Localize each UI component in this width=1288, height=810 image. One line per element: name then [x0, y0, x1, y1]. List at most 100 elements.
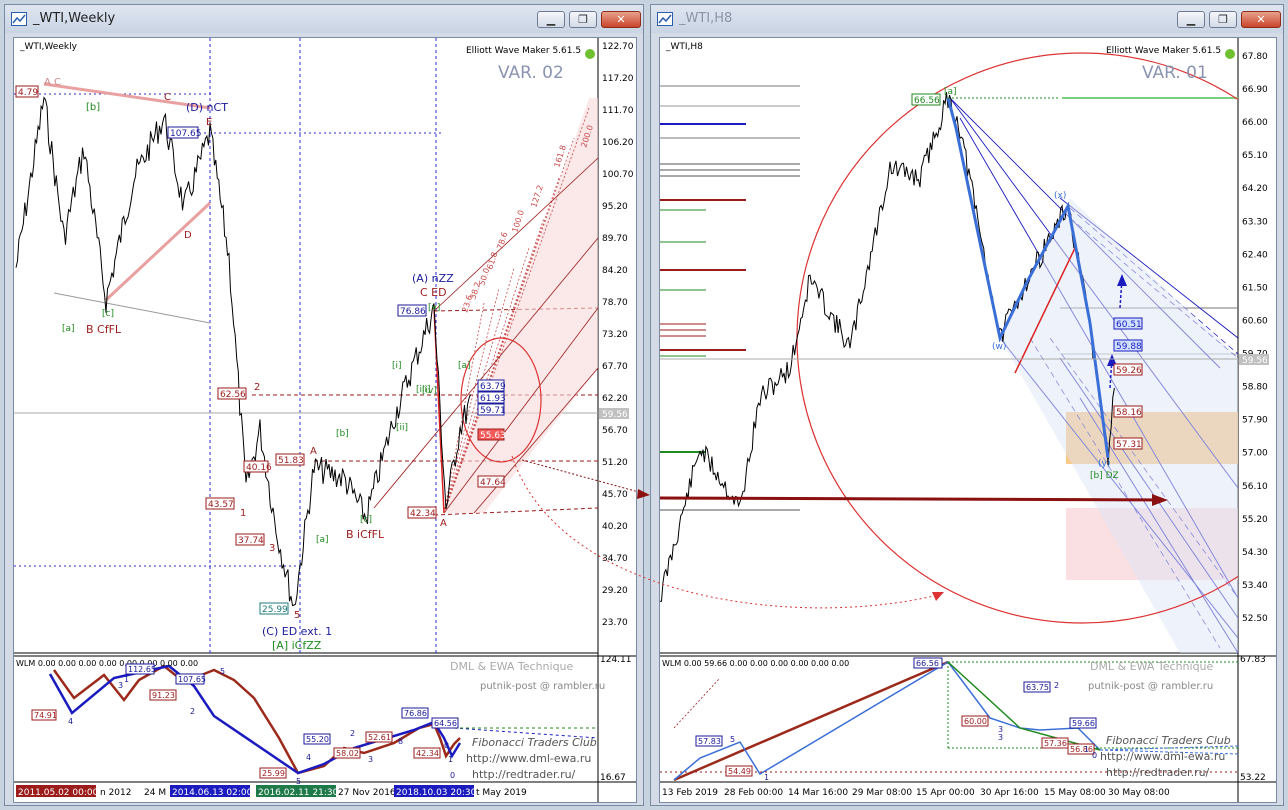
svg-text:2016.02.11 21:30: 2016.02.11 21:30: [258, 788, 339, 798]
price-tag: 62.56: [217, 387, 247, 400]
price-axis-label: 100.70: [602, 170, 634, 180]
svg-text:42.34: 42.34: [416, 749, 439, 758]
svg-text:76.86: 76.86: [400, 307, 426, 317]
svg-text:66.56: 66.56: [916, 659, 939, 668]
svg-text:112.65: 112.65: [128, 665, 156, 674]
minimize-button[interactable]: ▁: [1177, 11, 1205, 28]
status-icon: [1225, 49, 1235, 59]
sub-wave-num: 2: [190, 707, 195, 716]
price-tag: 40.16: [243, 460, 272, 473]
price-axis-label: 55.20: [1242, 515, 1268, 525]
h8-chart-window[interactable]: _WTI,H8 ▁ ❐ ✕ [a] (x) (w) (y) [b] DZ 66.…: [650, 4, 1284, 806]
wave-label: [a]: [62, 324, 75, 334]
svg-text:63.79: 63.79: [480, 382, 506, 392]
sub-label: WLM 0.00 59.66 0.00 0.00 0.00 0.00 0.00 …: [662, 659, 849, 668]
price-axis-label: 52.50: [1242, 614, 1268, 624]
club-label: Fibonacci Traders Club: [472, 736, 597, 749]
price-axis-label: 117.20: [602, 74, 634, 84]
h8-price-chart[interactable]: [a] (x) (w) (y) [b] DZ 66.56 60.51 59.88…: [659, 37, 1277, 803]
sub-axis-bottom: 53.22: [1240, 773, 1266, 783]
weekly-price-chart[interactable]: A C [b] C (D) nCT E D [c] [a] B CfFL 2 1…: [13, 37, 637, 803]
sub-wave-num: 0: [444, 741, 449, 750]
sub-label: WLM 0.00 0.00 0.00 0.00 0.00 0.00 0.00 0…: [16, 659, 198, 668]
price-tag: 43.57: [205, 497, 235, 510]
price-axis-label: 61.50: [1242, 283, 1268, 293]
price-axis-label: 122.70: [602, 42, 634, 52]
time-label: 2016.02.11 21:30: [256, 785, 339, 798]
current-price-tag: 59.56: [1239, 354, 1269, 366]
wave-label: A: [310, 446, 317, 457]
wave-label: [v]: [428, 303, 440, 313]
maximize-button[interactable]: ❐: [569, 11, 597, 28]
price-tag: 37.74: [235, 533, 265, 546]
price-axis-label: 84.20: [602, 266, 628, 276]
svg-text:51.83: 51.83: [278, 456, 304, 466]
price-axis-label: 23.70: [602, 618, 628, 628]
close-icon: ✕: [616, 13, 626, 26]
sub-value-tag: 58.02: [333, 747, 361, 759]
price-axis-label: 67.80: [1242, 52, 1268, 62]
price-tag: 59.71: [477, 403, 506, 416]
price-axis-label: 54.30: [1242, 548, 1268, 558]
time-label: 13 Feb 2019: [662, 788, 718, 798]
time-label: t May 2019: [476, 788, 527, 798]
price-axis-label: 78.70: [602, 298, 628, 308]
symbol-label: _WTI,Weekly: [19, 42, 78, 52]
time-label: n 2012: [100, 788, 131, 798]
svg-text:59.71: 59.71: [480, 406, 506, 416]
svg-text:40.16: 40.16: [246, 463, 272, 473]
wave-label: [c]: [360, 515, 372, 525]
svg-text:64.56: 64.56: [434, 719, 457, 728]
price-tag: 57.31: [1113, 437, 1143, 450]
weekly-chart-window[interactable]: _WTI,Weekly ▁ ❐ ✕ A C [b] C (D) nCT E D …: [4, 4, 644, 806]
sub-value-tag: 74.91: [31, 709, 57, 721]
price-tag: 61.93: [477, 391, 506, 404]
price-axis-label: 67.70: [602, 362, 628, 372]
close-button[interactable]: ✕: [1241, 11, 1281, 28]
svg-text:54.49: 54.49: [728, 767, 751, 776]
minimize-button[interactable]: ▁: [537, 11, 565, 28]
sub-value-tag: 56.86: [1067, 743, 1095, 755]
price-axis-label: 51.20: [602, 458, 628, 468]
h8-chart-canvas[interactable]: [a] (x) (w) (y) [b] DZ 66.56 60.51 59.88…: [660, 38, 1277, 803]
title-bar[interactable]: _WTI,Weekly ▁ ❐ ✕: [5, 5, 643, 33]
wave-label: (D) nCT: [186, 101, 228, 114]
svg-text:59.88: 59.88: [1116, 342, 1142, 352]
svg-text:60.51: 60.51: [1116, 320, 1142, 330]
svg-text:76.86: 76.86: [404, 709, 427, 718]
wave-label: B CfFL: [86, 323, 122, 336]
wave-label: D: [184, 230, 192, 241]
sub-axis-bottom: 16.67: [600, 773, 626, 783]
price-axis-label: 56.10: [1242, 482, 1268, 492]
price-axis-label: 64.20: [1242, 184, 1268, 194]
minimize-icon: ▁: [1186, 13, 1196, 26]
price-tag: 59.88: [1113, 339, 1143, 352]
price-tag: 4.79: [15, 85, 39, 98]
chart-window-icon: [657, 12, 673, 26]
wave-label: A C: [44, 77, 61, 88]
sub-value-tag: 42.34: [413, 747, 441, 759]
title-bar[interactable]: _WTI,H8 ▁ ❐ ✕: [651, 5, 1283, 33]
close-button[interactable]: ✕: [601, 11, 641, 28]
svg-text:25.99: 25.99: [262, 769, 285, 778]
price-tag: 51.83: [275, 453, 305, 466]
wave-label: [ii]: [396, 423, 408, 433]
price-tag: 47.64: [477, 475, 506, 488]
sub-wave-num: 4: [306, 753, 311, 762]
wave-label: 5: [294, 610, 300, 621]
price-axis-label: 57.90: [1242, 416, 1268, 426]
sub-wave-num: 5: [730, 735, 735, 744]
sub-value-tag: 54.49: [725, 765, 753, 777]
sub-wave-num: 1: [764, 773, 769, 782]
sub-value-tag: 76.86: [401, 707, 429, 719]
svg-text:56.86: 56.86: [1070, 745, 1093, 754]
weekly-chart-canvas[interactable]: A C [b] C (D) nCT E D [c] [a] B CfFL 2 1…: [14, 38, 637, 803]
svg-text:58.16: 58.16: [1116, 408, 1142, 418]
sub-value-tag: 57.83: [695, 735, 723, 747]
maximize-button[interactable]: ❐: [1209, 11, 1237, 28]
price-tag: 76.86: [397, 304, 427, 317]
close-icon: ✕: [1256, 13, 1266, 26]
svg-text:59.26: 59.26: [1116, 366, 1142, 376]
url-label: http://www.dml-ewa.ru: [1100, 750, 1225, 763]
restore-icon: ❐: [578, 13, 588, 26]
